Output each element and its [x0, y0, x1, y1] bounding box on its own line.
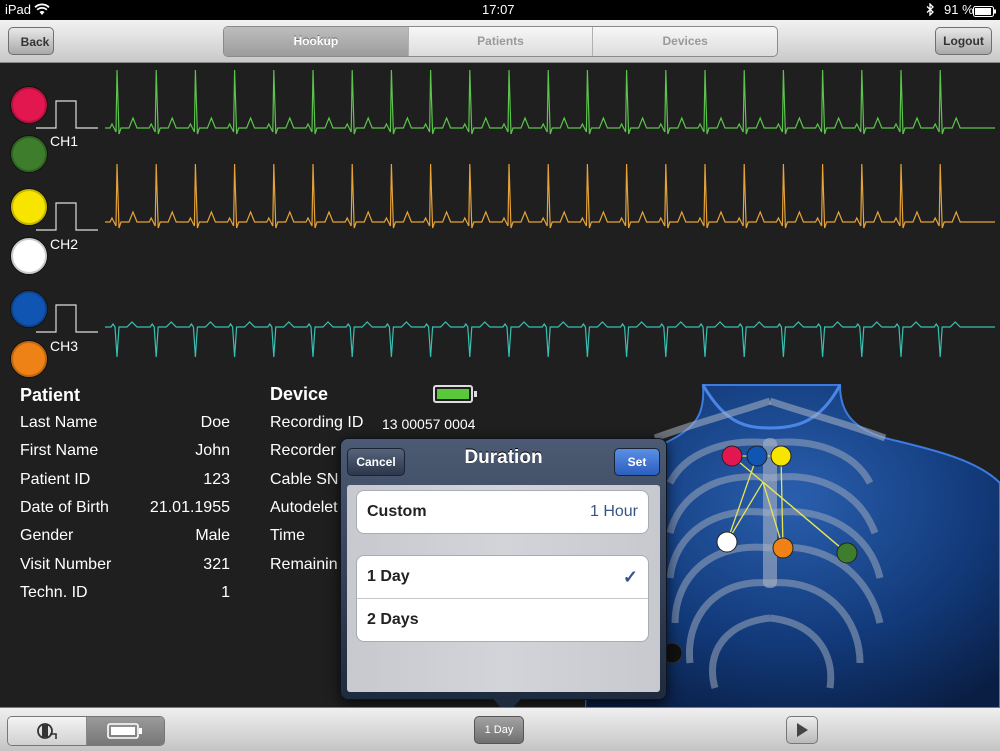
calibration-pulse-icon: [36, 304, 98, 333]
wifi-icon: [34, 3, 50, 19]
electrode-ch2-negative: [10, 237, 48, 275]
tab-hookup[interactable]: Hookup: [224, 27, 409, 56]
patient-field-value: 1: [221, 583, 230, 601]
clock: 17:07: [482, 2, 515, 17]
bottom-toolbar: 1 Day: [0, 707, 1000, 751]
cable-plug-icon: [36, 723, 57, 739]
checkmark-icon: ✓: [622, 567, 638, 587]
battery-mode-button[interactable]: [86, 717, 164, 745]
device-field-label: Autodelet: [270, 498, 338, 516]
patient-field-value: John: [195, 442, 230, 460]
calibration-pulse-icon: [36, 202, 98, 231]
electrode-ch3-negative: [10, 340, 48, 378]
channel-label-ch1: CH1: [50, 133, 79, 149]
cancel-button[interactable]: Cancel: [347, 448, 405, 476]
channel-label-ch3: CH3: [50, 338, 79, 354]
battery-percent: 91 %: [944, 2, 974, 17]
battery-icon: [973, 5, 997, 20]
calibration-pulse-icon: [36, 100, 98, 129]
popover-content: Custom 1 Hour 1 Day ✓ 2 Days: [347, 485, 660, 692]
ecg-trace-ch1: [105, 69, 995, 135]
patient-field-value: Male: [195, 527, 230, 545]
electrode-orange: [772, 537, 794, 559]
duration-popover: Duration Cancel Set Custom 1 Hour 1 Day …: [340, 438, 667, 714]
tab-patients[interactable]: Patients: [409, 27, 594, 56]
electrode-ch1-negative: [10, 135, 48, 173]
patient-field-value: 123: [203, 470, 230, 488]
patient-field-label: Gender: [20, 527, 74, 545]
ecg-trace-ch3: [105, 321, 995, 358]
patient-field-label: Patient ID: [20, 470, 91, 488]
tab-devices[interactable]: Devices: [593, 27, 777, 56]
custom-duration-label: Custom: [367, 503, 427, 520]
navigation-bar: Back Hookup Patients Devices Logout: [0, 20, 1000, 63]
play-icon: [797, 723, 808, 737]
start-recording-button[interactable]: [786, 716, 818, 744]
device-battery-icon: [433, 385, 477, 403]
custom-duration-row[interactable]: Custom 1 Hour: [357, 491, 648, 533]
patient-section-title: Patient: [20, 385, 81, 405]
electrode-blue: [746, 445, 768, 467]
ecg-trace-ch2: [105, 163, 995, 229]
tab-segmented-control: Hookup Patients Devices: [223, 26, 778, 57]
duration-options-group: 1 Day ✓ 2 Days: [356, 555, 649, 642]
duration-button[interactable]: 1 Day: [474, 716, 524, 744]
patient-field-value: 321: [203, 555, 230, 573]
device-field-label: Recording ID: [270, 414, 364, 431]
logout-button[interactable]: Logout: [935, 27, 992, 55]
patient-field-value: 21.01.1955: [149, 498, 230, 516]
patient-field-value: Doe: [200, 414, 230, 431]
battery-icon: [107, 723, 143, 739]
duration-option-label: 2 Days: [367, 611, 419, 628]
electrode-yellow: [770, 445, 792, 467]
status-bar: iPad 17:07 91 %: [0, 0, 1000, 20]
electrode-red: [721, 445, 743, 467]
device-name: iPad: [5, 2, 32, 17]
custom-duration-group: Custom 1 Hour: [356, 490, 649, 534]
patient-field-label: Techn. ID: [20, 583, 88, 601]
electrode-white: [716, 531, 738, 553]
custom-duration-value: 1 Hour: [589, 503, 638, 520]
patient-field-label: Date of Birth: [20, 498, 109, 516]
duration-option-1-day[interactable]: 1 Day ✓: [357, 556, 648, 598]
patient-field-label: Visit Number: [20, 555, 112, 573]
channel-label-ch2: CH2: [50, 236, 79, 252]
mode-segmented-control: [7, 716, 165, 746]
device-field-label: Cable SN: [270, 470, 339, 488]
electrode-green: [836, 542, 858, 564]
back-button[interactable]: Back: [8, 27, 54, 55]
device-field-label: Remainin: [270, 555, 338, 573]
set-button[interactable]: Set: [614, 448, 660, 476]
duration-option-label: 1 Day: [367, 568, 410, 585]
cable-mode-button[interactable]: [8, 717, 87, 745]
ecg-traces: [105, 69, 995, 358]
duration-option-2-days[interactable]: 2 Days: [357, 598, 648, 641]
device-section-title: Device: [270, 384, 329, 404]
patient-field-label: Last Name: [20, 414, 98, 431]
device-field-label: Time: [270, 527, 305, 545]
patient-field-label: First Name: [20, 442, 99, 460]
device-field-label: Recorder: [270, 442, 336, 460]
device-field-value: 13 00057 0004: [382, 416, 476, 432]
bluetooth-icon: [926, 2, 934, 19]
